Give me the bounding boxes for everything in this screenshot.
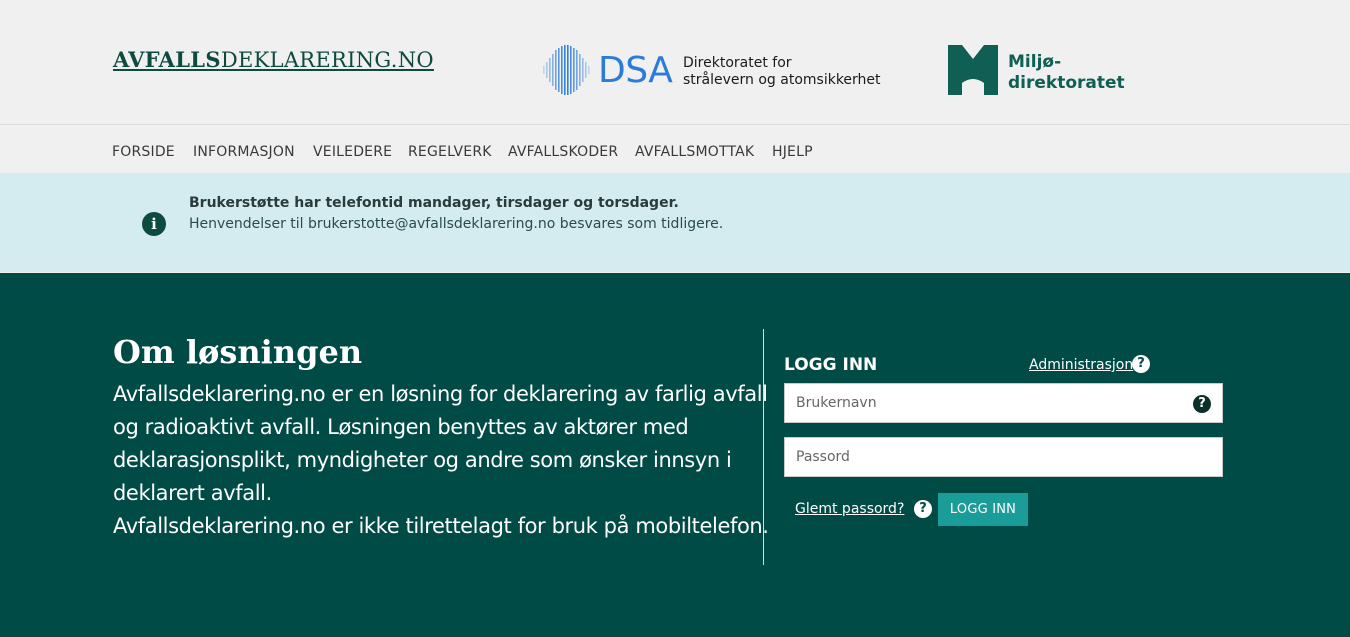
site-header: AVFALLSDEKLARERING.NO DSA Direktoratet f…	[0, 0, 1350, 125]
password-field-wrapper	[784, 437, 1223, 477]
password-input[interactable]	[785, 438, 1222, 476]
info-icon: i	[142, 212, 166, 236]
dsa-logo[interactable]: DSA Direktoratet for strålevern og atoms…	[541, 44, 901, 98]
about-title: Om løsningen	[113, 333, 363, 371]
forgot-password-link[interactable]: Glemt passord?	[795, 501, 904, 517]
nav-item-avfallskoder[interactable]: AVFALLSKODER	[508, 144, 618, 160]
site-logo-link[interactable]: AVFALLSDEKLARERING.NO	[113, 47, 434, 72]
nav-item-informasjon[interactable]: INFORMASJON	[193, 144, 295, 160]
administrasjon-link[interactable]: Administrasjon	[1029, 357, 1133, 373]
nav-item-veiledere[interactable]: VEILEDERE	[313, 144, 392, 160]
dsa-emblem-icon	[543, 45, 590, 95]
section-divider	[763, 329, 764, 565]
dsa-wordmark: DSA	[598, 50, 673, 91]
miljodirektoratet-wordmark: Miljø- direktoratet	[1008, 52, 1125, 93]
miljodirektoratet-logo[interactable]: Miljø- direktoratet	[948, 45, 1128, 97]
username-help-icon[interactable]: ?	[1193, 395, 1211, 413]
admin-help-icon[interactable]: ?	[1132, 355, 1150, 373]
login-button[interactable]: LOGG INN	[938, 493, 1028, 526]
banner-text: Henvendelser til brukerstotte@avfallsdek…	[189, 216, 724, 232]
nav-item-avfallsmottak[interactable]: AVFALLSMOTTAK	[635, 144, 754, 160]
forgot-password-help-icon[interactable]: ?	[914, 500, 932, 518]
nav-item-forside[interactable]: FORSIDE	[112, 144, 175, 160]
banner-title: Brukerstøtte har telefontid mandager, ti…	[189, 195, 679, 211]
login-title: LOGG INN	[784, 355, 878, 375]
nav-item-hjelp[interactable]: HJELP	[772, 144, 813, 160]
dsa-subtitle: Direktoratet for strålevern og atomsikke…	[683, 55, 881, 88]
main-nav: FORSIDE INFORMASJON VEILEDERE REGELVERK …	[0, 126, 1350, 173]
username-input[interactable]	[785, 384, 1222, 422]
about-text: Avfallsdeklarering.no er en løsning for …	[113, 382, 769, 538]
nav-item-regelverk[interactable]: REGELVERK	[408, 144, 492, 160]
username-field-wrapper	[784, 383, 1223, 423]
miljodirektoratet-emblem-icon	[948, 45, 998, 95]
